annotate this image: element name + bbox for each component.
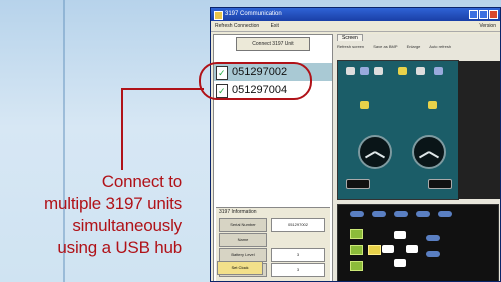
down-arrow-icon[interactable] [394,259,406,267]
readout-icon [346,179,370,189]
control-panel [337,204,499,281]
indicator-icon [360,67,369,75]
indicator-icon [360,101,369,109]
function-button[interactable] [394,211,408,217]
refresh-connection-button[interactable]: Refresh Connection [215,23,259,29]
exit-button[interactable]: Exit [271,23,279,29]
close-button[interactable] [489,10,498,19]
left-arrow-icon[interactable] [382,245,394,253]
indicator-icon [434,67,443,75]
function-button[interactable] [350,211,364,217]
info-value: 3 [271,248,325,262]
tab-bar: Screen [333,34,500,43]
phase-dial-icon [358,135,392,169]
app-window: 3197 Communication Refresh Connection Ex… [210,7,501,282]
enter-button[interactable] [368,245,381,255]
function-button[interactable] [426,251,440,257]
window-controls [469,10,498,19]
green-button[interactable] [350,229,363,239]
indicator-icon [398,67,407,75]
maximize-button[interactable] [479,10,488,19]
connect-unit-button[interactable]: Connect 3197 Unit [236,37,310,51]
info-header: 3197 Information [219,209,257,215]
green-button[interactable] [350,245,363,255]
callout-connector [121,88,123,170]
readout-icon [428,179,452,189]
up-arrow-icon[interactable] [394,231,406,239]
function-button[interactable] [372,211,386,217]
callout-connector [121,88,204,90]
info-value: 051297002 [271,218,325,232]
version-label[interactable]: Version [479,21,496,31]
enlarge-button[interactable]: Enlarge [407,44,421,49]
info-row: Name [219,233,327,247]
callout-line: using a USB hub [57,238,182,257]
function-button[interactable] [426,235,440,241]
info-key: Battery Level [219,248,267,262]
set-clock-button[interactable]: Set Clock [217,261,263,275]
screen-sidebar [458,61,500,199]
info-key: Serial Number [219,218,267,232]
window-title: 3197 Communication [225,11,282,17]
indicator-icon [416,67,425,75]
title-bar: 3197 Communication [211,8,500,21]
instrument-screen [337,60,500,200]
indicator-icon [428,101,437,109]
app-icon [214,11,223,20]
screen-options: Refresh screen Save as BMP Enlarge Auto … [333,43,500,51]
info-key: Name [219,233,267,247]
device-list-highlight [199,62,312,100]
function-button[interactable] [416,211,430,217]
tab-screen[interactable]: Screen [337,34,363,41]
screen-pane: Screen Refresh screen Save as BMP Enlarg… [333,34,500,281]
indicator-icon [346,67,355,75]
toolbar: Refresh Connection Exit Version [211,21,500,32]
info-row: Serial Number 051297002 [219,218,327,232]
auto-refresh-checkbox[interactable]: Auto refresh [429,44,451,49]
save-bmp-button[interactable]: Save as BMP [373,44,397,49]
refresh-screen-button[interactable]: Refresh screen [337,44,364,49]
callout-text: Connect to multiple 3197 units simultane… [44,171,182,259]
minimize-button[interactable] [469,10,478,19]
info-value: 3 [271,263,325,277]
green-button[interactable] [350,261,363,271]
phase-dial-icon [412,135,446,169]
function-button[interactable] [438,211,452,217]
callout-line: simultaneously [72,216,182,235]
info-row: Battery Level 3 [219,248,327,262]
right-arrow-icon[interactable] [406,245,418,253]
callout-line: multiple 3197 units [44,194,182,213]
indicator-icon [374,67,383,75]
callout-line: Connect to [101,172,182,191]
